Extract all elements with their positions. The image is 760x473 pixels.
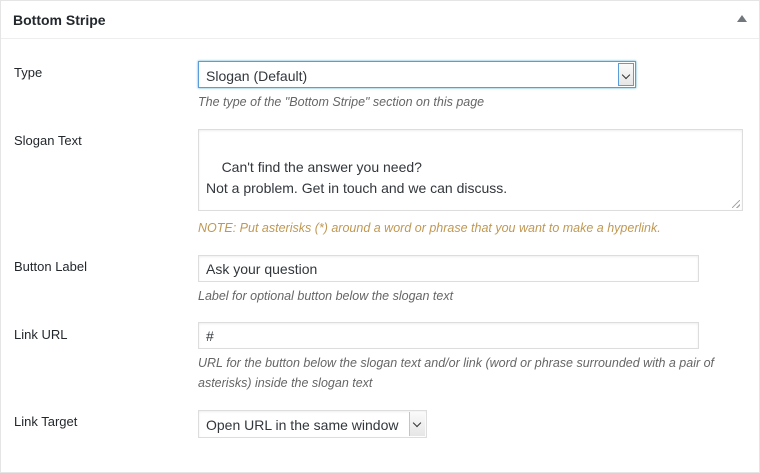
collapse-toggle-icon[interactable] bbox=[737, 15, 747, 22]
link-url-value: # bbox=[206, 328, 214, 344]
slogan-text-label: Slogan Text bbox=[14, 133, 82, 148]
bottom-stripe-metabox: Bottom Stripe Type Slogan (Default) The … bbox=[0, 0, 760, 473]
link-url-description-line2: asterisks) inside the slogan text bbox=[198, 376, 373, 390]
button-label-value: Ask your question bbox=[206, 261, 318, 277]
button-label-label: Button Label bbox=[14, 259, 88, 274]
type-select-value: Slogan (Default) bbox=[206, 68, 308, 84]
metabox-title: Bottom Stripe bbox=[13, 12, 106, 28]
chevron-down-icon bbox=[618, 63, 634, 86]
type-description: The type of the "Bottom Stripe" section … bbox=[198, 95, 485, 109]
link-url-input[interactable]: # bbox=[198, 322, 699, 349]
type-select[interactable]: Slogan (Default) bbox=[198, 61, 636, 88]
slogan-note: NOTE: Put asterisks (*) around a word or… bbox=[198, 221, 661, 235]
resize-handle-icon[interactable] bbox=[732, 200, 740, 208]
metabox-header[interactable]: Bottom Stripe bbox=[1, 1, 759, 39]
slogan-textarea-value: Can't find the answer you need? Not a pr… bbox=[206, 159, 508, 196]
link-target-select[interactable]: Open URL in the same window bbox=[198, 410, 427, 438]
chevron-down-icon bbox=[409, 412, 425, 436]
link-target-select-value: Open URL in the same window bbox=[206, 417, 399, 433]
type-label: Type bbox=[14, 65, 43, 80]
slogan-textarea[interactable]: Can't find the answer you need? Not a pr… bbox=[198, 129, 743, 211]
button-label-description: Label for optional button below the slog… bbox=[198, 289, 454, 303]
link-target-label: Link Target bbox=[14, 414, 78, 429]
link-url-description-line1: URL for the button below the slogan text… bbox=[198, 356, 715, 370]
button-label-input[interactable]: Ask your question bbox=[198, 255, 699, 282]
link-url-label: Link URL bbox=[14, 327, 68, 342]
